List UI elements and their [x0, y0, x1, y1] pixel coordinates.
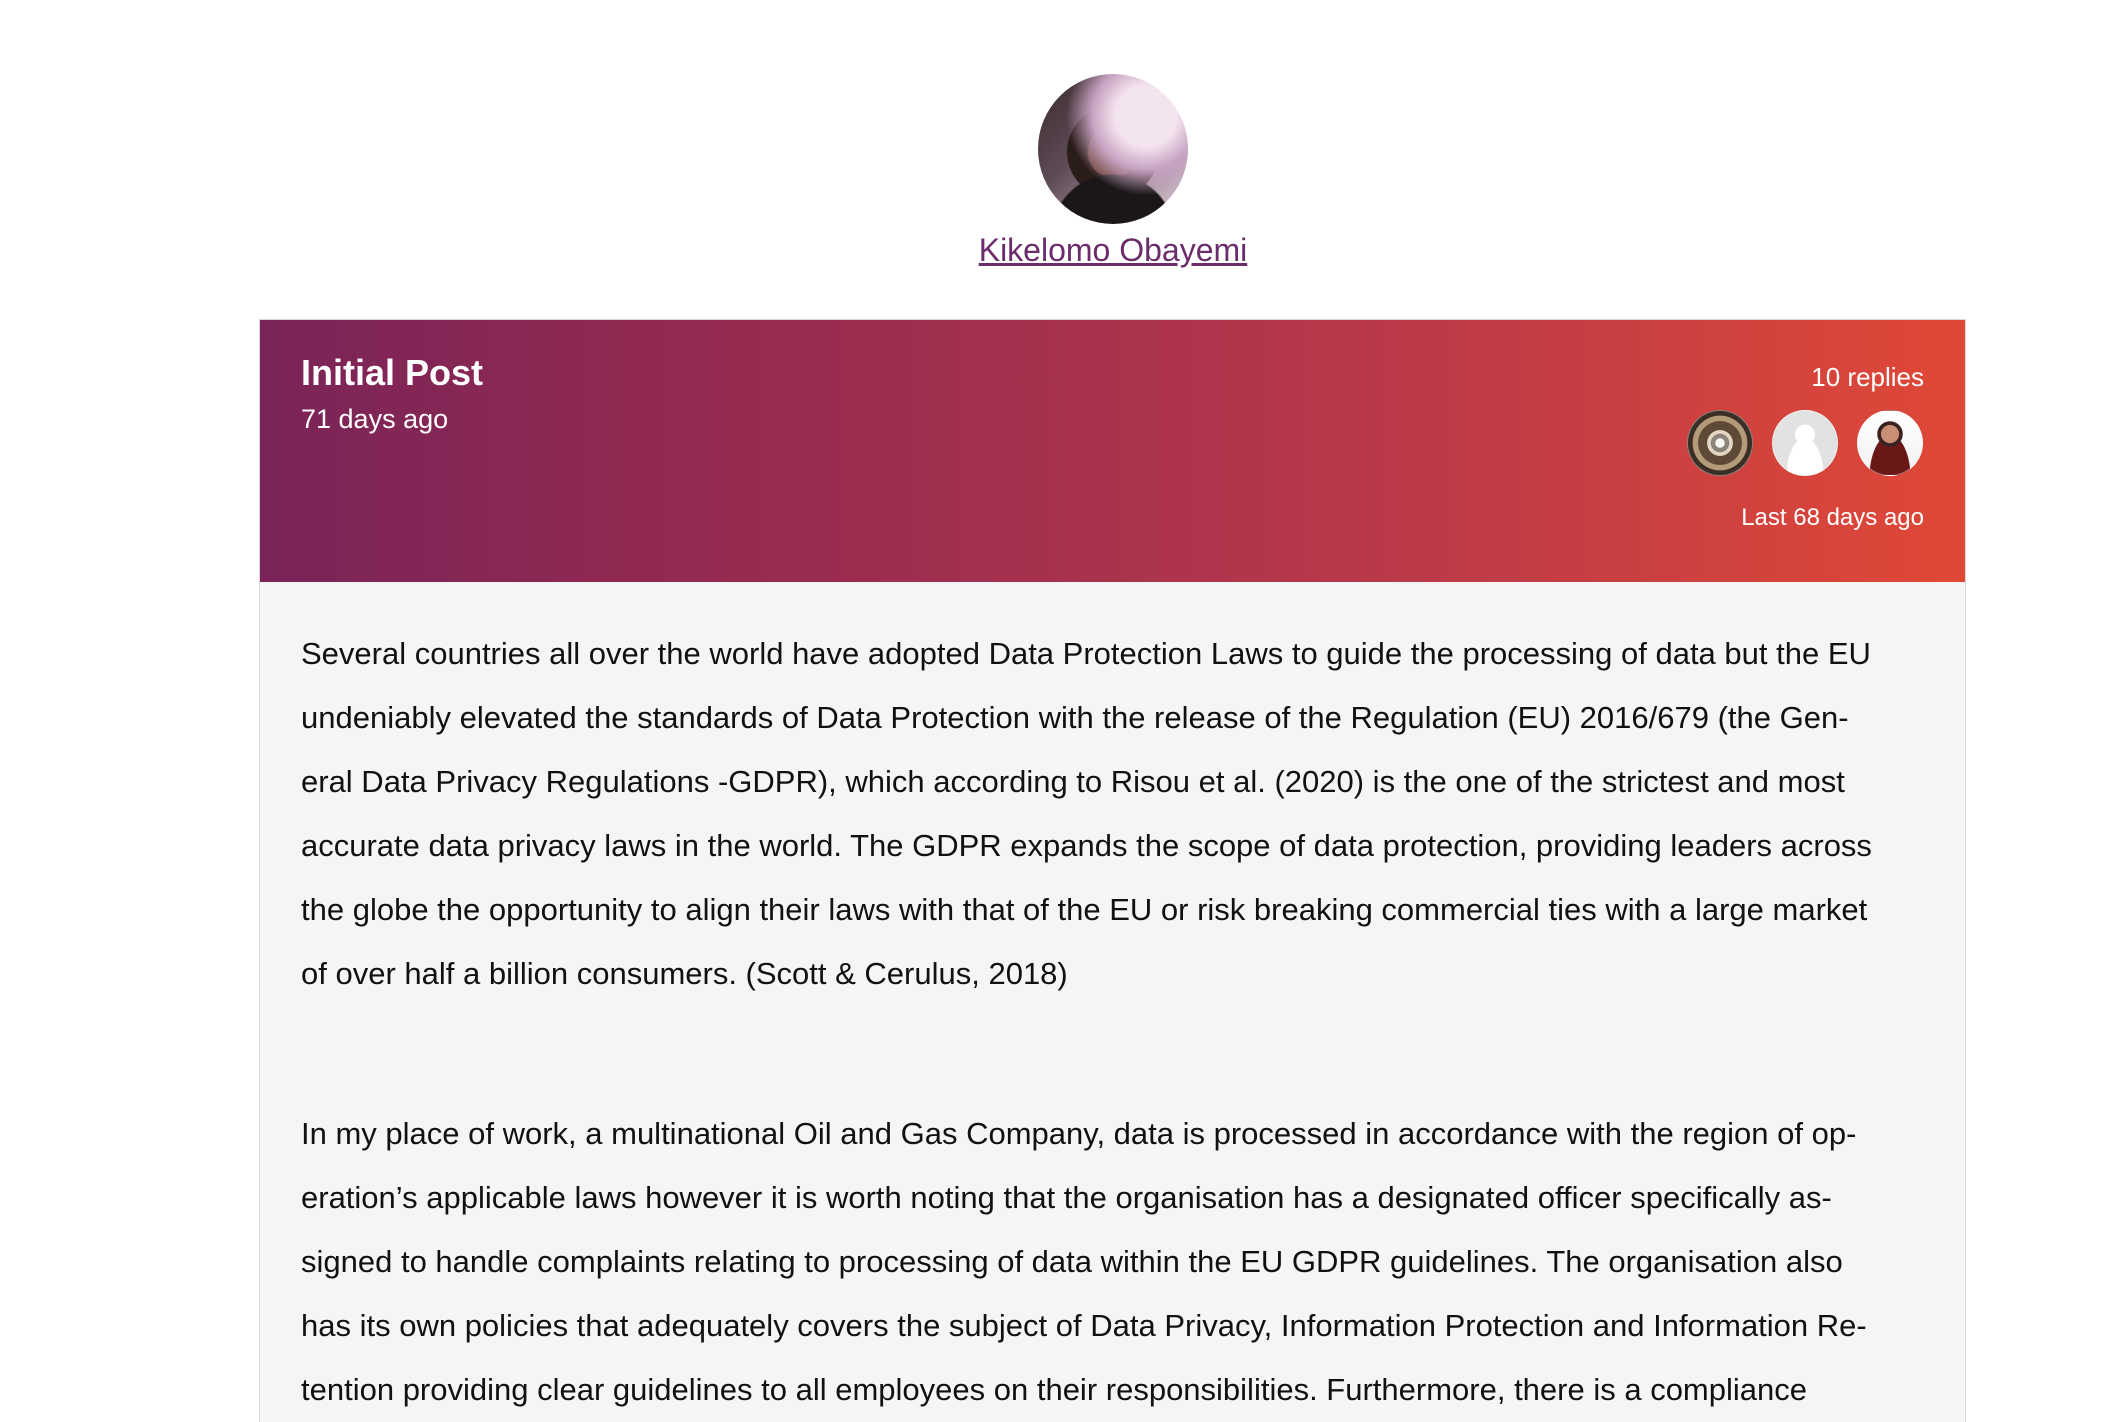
post-line: the globe the opportunity to align their…: [301, 892, 1868, 927]
post-line: accurate data privacy laws in the world.…: [301, 828, 1872, 863]
reply-avatar-placeholder[interactable]: [1772, 410, 1838, 476]
reply-avatars: [1687, 410, 1923, 476]
post-line: eral Data Privacy Regulations -GDPR), wh…: [301, 764, 1845, 799]
post-line: In my place of work, a multinational Oil…: [301, 1116, 1857, 1151]
post-card: Initial Post 71 days ago 10 replies Last…: [259, 319, 1966, 1422]
post-body: Several countries all over the world hav…: [260, 582, 1965, 1422]
last-reply-time: Last 68 days ago: [1741, 504, 1924, 531]
reply-avatar[interactable]: [1857, 410, 1923, 476]
post-line: eration’s applicable laws however it is …: [301, 1180, 1832, 1215]
author-block: Kikelomo Obayemi: [0, 74, 2128, 269]
discussion-page: Kikelomo Obayemi Initial Post 71 days ag…: [0, 0, 2128, 1422]
post-line: of over half a billion consumers. (Scott…: [301, 956, 1068, 991]
post-line: signed to handle complaints relating to …: [301, 1244, 1843, 1279]
replies-count[interactable]: 10 replies: [1811, 362, 1924, 393]
post-line: undeniably elevated the standards of Dat…: [301, 700, 1849, 735]
post-time: 71 days ago: [301, 404, 449, 434]
post-line: Several countries all over the world hav…: [301, 636, 1871, 671]
author-avatar[interactable]: [1038, 74, 1188, 224]
reply-avatar[interactable]: [1687, 410, 1753, 476]
post-line: has its own policies that adequately cov…: [301, 1308, 1867, 1343]
post-line: tention providing clear guidelines to al…: [301, 1372, 1807, 1407]
post-paragraph-1: Several countries all over the world hav…: [301, 622, 1924, 1006]
post-header: Initial Post 71 days ago 10 replies Last…: [260, 320, 1965, 582]
author-name-link[interactable]: Kikelomo Obayemi: [979, 232, 1248, 269]
post-title: Initial Post: [301, 352, 484, 393]
post-paragraph-2: In my place of work, a multinational Oil…: [301, 1102, 1924, 1422]
